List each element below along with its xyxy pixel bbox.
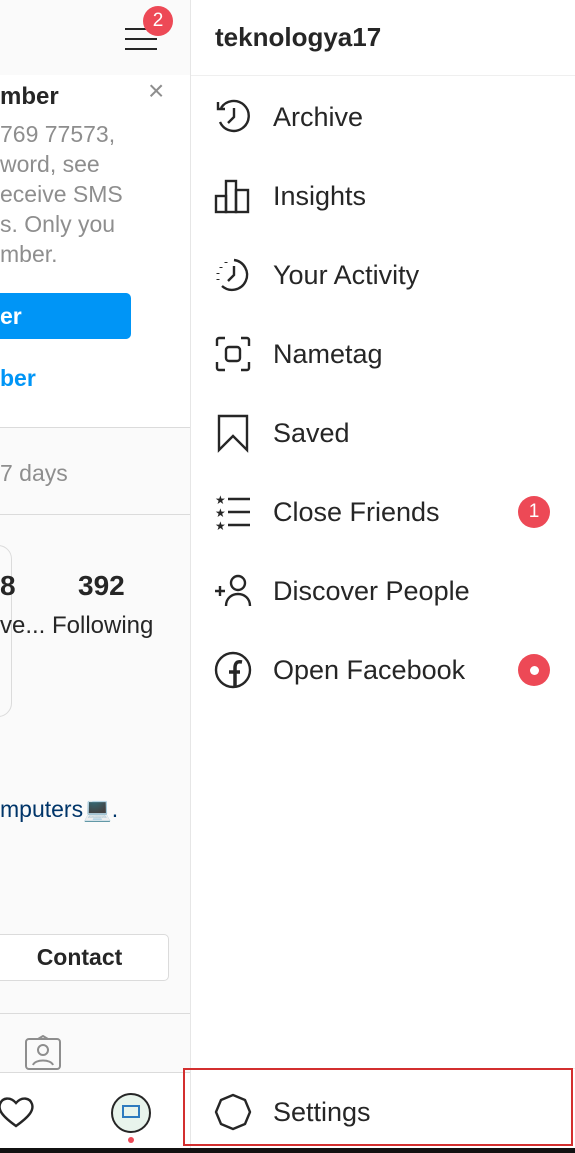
phone-number-card: mber × 769 77573, word, see eceive SMS s…	[0, 75, 190, 428]
side-drawer: teknologya17 Archive Insights Your Activ…	[190, 0, 575, 1148]
menu-item-insights[interactable]: Insights	[191, 166, 575, 226]
bottom-nav	[0, 1072, 190, 1148]
menu-item-saved[interactable]: Saved	[191, 403, 575, 463]
menu-item-archive[interactable]: Archive	[191, 87, 575, 147]
menu-item-your-activity[interactable]: Your Activity	[191, 245, 575, 305]
close-friends-icon: ★ ★ ★	[213, 492, 253, 532]
followers-label: ve...	[0, 612, 46, 639]
close-friends-badge: 1	[518, 496, 550, 528]
svg-text:★: ★	[215, 506, 226, 520]
menu-item-nametag[interactable]: Nametag	[191, 324, 575, 384]
add-person-icon	[213, 571, 253, 611]
tagged-tab-icon[interactable]	[24, 1034, 62, 1076]
drawer-username: teknologya17	[215, 22, 382, 52]
notification-dot	[128, 1137, 134, 1143]
add-number-button[interactable]: er	[0, 293, 131, 339]
menu-item-close-friends[interactable]: ★ ★ ★ Close Friends 1	[191, 482, 575, 542]
card-text-line: mber.	[0, 241, 58, 267]
change-number-link[interactable]: ber	[0, 365, 36, 392]
bookmark-icon	[213, 413, 253, 453]
system-bar	[0, 1148, 575, 1153]
followers-count: 8	[0, 570, 16, 601]
menu-item-discover-people[interactable]: Discover People	[191, 561, 575, 621]
nametag-icon	[213, 334, 253, 374]
facebook-dot-badge	[518, 654, 550, 686]
svg-text:★: ★	[215, 493, 226, 507]
archive-clock-icon	[213, 97, 253, 137]
svg-text:★: ★	[215, 519, 226, 531]
card-text-line: eceive SMS	[0, 181, 123, 207]
notice-text: 7 days	[0, 460, 68, 486]
facebook-icon	[213, 650, 253, 690]
profile-background: 2 mber × 769 77573, word, see eceive SMS…	[0, 0, 190, 1153]
card-text-line: s. Only you	[0, 211, 116, 237]
heart-icon[interactable]	[0, 1095, 36, 1134]
contact-button[interactable]: Contact	[0, 934, 169, 981]
card-text-line: word, see	[0, 151, 100, 177]
card-text-line: 769 77573,	[0, 121, 116, 147]
profile-avatar[interactable]	[111, 1093, 151, 1133]
menu-badge: 2	[143, 6, 173, 36]
settings-highlight-box	[183, 1068, 573, 1146]
following-label[interactable]: Following	[52, 612, 153, 640]
activity-clock-icon	[213, 255, 253, 295]
menu-item-open-facebook[interactable]: Open Facebook	[191, 640, 575, 700]
menu-button[interactable]: 2	[122, 6, 173, 56]
card-title: mber	[0, 83, 59, 110]
close-icon[interactable]: ×	[148, 75, 164, 107]
bar-chart-icon	[213, 176, 253, 216]
following-count[interactable]: 392	[78, 570, 125, 602]
bio-link[interactable]: mputers💻.	[0, 796, 118, 823]
